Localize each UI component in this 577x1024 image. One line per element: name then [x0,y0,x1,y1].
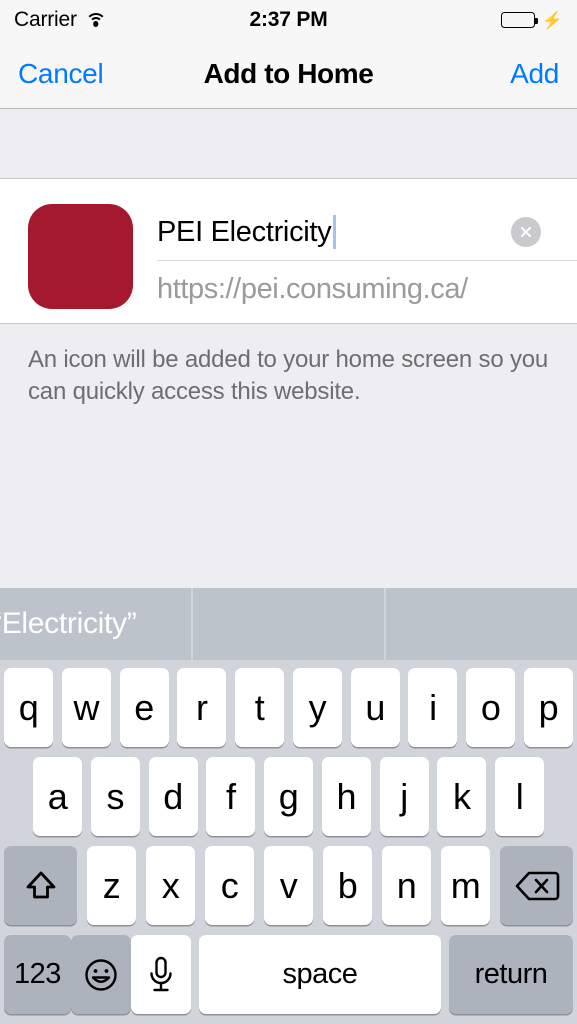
key-q[interactable]: q [4,668,53,747]
prediction-label: “Electricity” [0,607,137,640]
predictive-text-bar: “Electricity” [0,588,577,660]
url-field-row: https://pei.consuming.ca/ [157,261,577,318]
key-n[interactable]: n [382,846,431,925]
key-b[interactable]: b [323,846,372,925]
form-fields: PEI Electricity https://pei.consuming.ca… [157,204,577,318]
prediction-candidate-3[interactable] [386,588,577,660]
key-w[interactable]: w [61,668,111,747]
numbers-key[interactable]: 123 [4,935,71,1014]
keyboard-row-4: 123 space return [0,935,577,1014]
shift-arrow-icon [26,871,55,898]
url-value: https://pei.consuming.ca/ [157,273,468,305]
key-c[interactable]: c [205,846,254,925]
key-x[interactable]: x [146,846,195,925]
key-f[interactable]: f [206,757,256,836]
key-r[interactable]: r [177,668,227,747]
bookmark-form: PEI Electricity https://pei.consuming.ca… [0,179,577,324]
dictation-key[interactable] [131,935,191,1014]
key-m[interactable]: m [441,846,490,925]
keyboard-rows: q w e r t y u i o p a s d f g h j k l z … [0,660,577,1024]
key-e[interactable]: e [119,668,169,747]
emoji-key[interactable] [71,935,131,1014]
prediction-candidate-2[interactable] [193,588,386,660]
section-spacer [0,109,577,179]
status-bar: Carrier 2:37 PM ⚡ [0,0,577,40]
key-o[interactable]: o [466,668,516,747]
key-g[interactable]: g [264,757,313,836]
key-j[interactable]: j [379,757,429,836]
key-i[interactable]: i [408,668,458,747]
return-key[interactable]: return [449,935,573,1014]
key-s[interactable]: s [90,757,140,836]
software-keyboard: “Electricity” q w e r t y u i o p a s d … [0,588,577,1024]
key-d[interactable]: d [148,757,198,836]
prediction-candidate-1[interactable]: “Electricity” [0,588,193,660]
keyboard-row-1: q w e r t y u i o p [0,668,577,747]
key-z[interactable]: z [87,846,136,925]
cancel-button[interactable]: Cancel [18,58,104,90]
keyboard-row-2: a s d f g h j k l [0,757,577,836]
key-h[interactable]: h [321,757,371,836]
key-a[interactable]: a [33,757,82,836]
key-v[interactable]: v [264,846,313,925]
clock-label: 2:37 PM [249,8,328,31]
title-field-row[interactable]: PEI Electricity [157,204,577,261]
website-icon-preview [28,204,133,309]
keyboard-row-3: z x c v b n m [0,846,577,925]
key-p[interactable]: p [523,668,573,747]
description-text: An icon will be added to your home scree… [28,346,549,405]
text-cursor [333,215,337,249]
space-key[interactable]: space [199,935,441,1014]
key-u[interactable]: u [350,668,400,747]
lightning-bolt-icon: ⚡ [541,10,563,30]
backspace-key[interactable] [500,846,573,925]
shift-key[interactable] [4,846,77,925]
navigation-bar: Cancel Add to Home Add [0,40,577,109]
emoji-smiley-icon [85,958,117,991]
key-y[interactable]: y [292,668,342,747]
add-button[interactable]: Add [510,58,559,90]
status-bar-right: ⚡ [500,10,563,30]
backspace-icon [515,871,559,900]
clear-text-button[interactable] [511,217,541,247]
key-k[interactable]: k [437,757,487,836]
title-input[interactable]: PEI Electricity [157,216,332,249]
battery-full-icon [500,12,538,28]
microphone-icon [150,956,172,991]
key-l[interactable]: l [495,757,544,836]
key-t[interactable]: t [235,668,285,747]
